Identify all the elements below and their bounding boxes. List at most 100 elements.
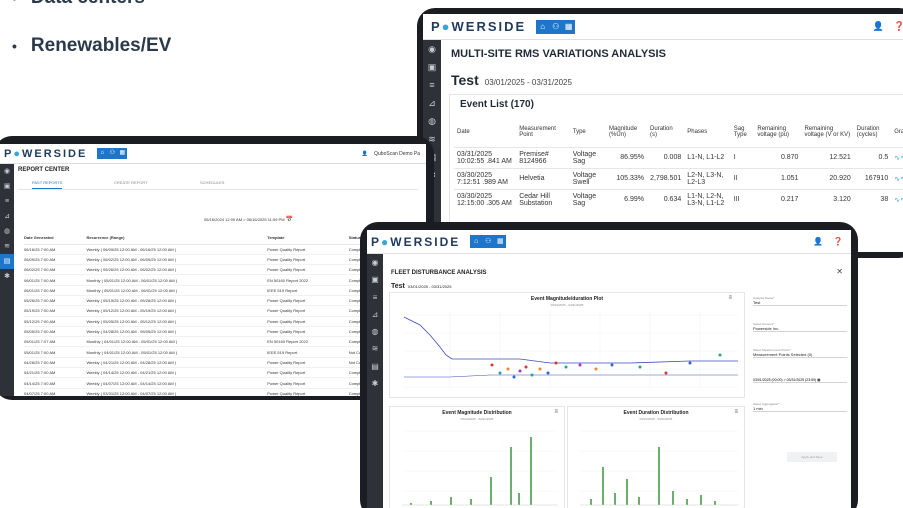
user-icon[interactable]: 👤	[813, 237, 823, 246]
table-cell: 2,798.501	[647, 167, 685, 189]
sidebar-item-dashboard-icon[interactable]: ◉	[0, 164, 14, 179]
sidebar-item-globe-icon[interactable]: ◍	[367, 323, 383, 340]
aggregation-select[interactable]: Select Aggregation* 1 min	[753, 402, 847, 412]
table-cell: Power Quality Report	[267, 377, 349, 389]
sidebar-item-monitor-icon[interactable]: ▣	[367, 271, 383, 288]
tab-create-report[interactable]: CREATE REPORT	[114, 180, 148, 185]
table-cell: EN 50160 Report 2022	[267, 274, 349, 286]
table-cell: 05/19/25 7:00 AM	[24, 305, 87, 317]
table-cell: Power Quality Report	[267, 388, 349, 396]
sidebar-item-list-icon[interactable]: ≡	[0, 194, 14, 209]
table-cell: Monthly ( 04/01/25 12:00 AM - 05/01/25 1…	[86, 346, 268, 358]
table-cell: 167910	[853, 167, 892, 189]
sidebar-item-list-icon[interactable]: ≡	[367, 289, 383, 306]
table-cell: 03/30/2025 12:15:00 .305 AM	[454, 188, 517, 210]
analysis-name-field[interactable]: Analysis Name* Test	[753, 296, 847, 306]
calendar-icon[interactable]: ▦	[817, 378, 820, 382]
sidebar-item-globe-icon[interactable]: ◍	[423, 112, 441, 130]
field-value: 1 min	[753, 406, 763, 411]
tab-past-reports[interactable]: PAST REPORTS	[32, 180, 63, 189]
sidebar-item-list-icon[interactable]: ≡	[423, 76, 441, 94]
sidebar-item-report-icon[interactable]: ▤	[367, 358, 383, 375]
column-header[interactable]: Date Generated	[24, 232, 87, 245]
sites-icon[interactable]: ⚇	[549, 20, 562, 34]
sidebar-item-dashboard-icon[interactable]: ◉	[367, 254, 383, 271]
column-header[interactable]: Duration (cycles)	[854, 117, 891, 147]
sidebar-item-chart-icon[interactable]: ⊿	[423, 94, 441, 112]
table-cell: 1.051	[754, 167, 802, 189]
sidebar-item-settings-icon[interactable]: ✱	[0, 269, 14, 284]
field-value: Powerside Inc.	[753, 326, 780, 331]
analysis-name: Test	[391, 283, 405, 290]
table-cell: Power Quality Report	[267, 367, 349, 379]
sidebar-item-globe-icon[interactable]: ◍	[0, 224, 14, 239]
tab-schedules[interactable]: SCHEDULES	[200, 180, 224, 185]
magnitude-histogram	[402, 430, 558, 506]
sidebar-item-settings-icon[interactable]: ✱	[367, 375, 383, 392]
bullet-text: Data centers	[31, 0, 145, 8]
grid-icon[interactable]: ▦	[117, 148, 127, 159]
calendar-icon[interactable]: 📅	[286, 217, 293, 223]
grid-icon[interactable]: ▦	[562, 20, 575, 34]
measurement-points-select[interactable]: Select Measurement Points* Measurement Po…	[753, 348, 847, 358]
date-range-field[interactable]: 03/01/2025 (00:00) > 03/31/2025 (23:59) …	[753, 378, 847, 383]
user-name: QuboScan Demo Pa	[374, 150, 420, 157]
user-icon[interactable]: 👤	[873, 21, 884, 32]
column-header[interactable]: Measurement Point	[516, 117, 570, 147]
table-row[interactable]: 03/30/2025 7:12:51 .989 AM Helvetia Voltag…	[454, 167, 903, 189]
date-range-filter[interactable]: 05/16/2024 12:00 AM > 06/16/2025 11:59 P…	[204, 216, 293, 223]
table-cell: 05/05/25 7:00 AM	[24, 326, 87, 338]
duration-histogram	[580, 430, 738, 506]
sidebar-item-wave-icon[interactable]: ≋	[0, 239, 14, 254]
help-icon[interactable]: ❓	[833, 237, 843, 246]
home-icon[interactable]: ⌂	[536, 20, 549, 34]
home-icon[interactable]: ⌂	[97, 148, 107, 159]
sidebar-item-dashboard-icon[interactable]: ◉	[423, 40, 441, 58]
column-header[interactable]: Phases	[684, 117, 731, 147]
table-cell: 38	[853, 188, 892, 210]
table-cell: Weekly ( 05/19/25 12:00 AM - 05/26/25 12…	[86, 295, 268, 307]
sidebar-item-wave-icon[interactable]: ≋	[367, 340, 383, 357]
field-value: Test	[753, 300, 761, 305]
field-value: Measurement Points Selected (0)	[753, 352, 813, 357]
home-icon[interactable]: ⌂	[470, 235, 482, 248]
account-select[interactable]: Select Account* Powerside Inc.	[753, 322, 847, 332]
table-cell: Voltage Sag	[569, 188, 607, 210]
multisite-screen: P●WERSIDE ⌂⚇▦ 👤❓ ◉ ▣ ≡ ⊿ ◍ ≋ ▤ ✱ MULTI-S…	[423, 14, 903, 252]
column-header[interactable]: Template	[267, 232, 349, 245]
sidebar-item-chart-icon[interactable]: ⊿	[367, 306, 383, 323]
waveform-graph-icon[interactable]: ∿∿	[891, 146, 903, 168]
sites-icon[interactable]: ⚇	[482, 235, 494, 248]
analysis-settings-panel: Analysis Name* Test Select Account* Powers…	[749, 292, 849, 508]
column-header[interactable]: Remaining voltage (pu)	[754, 117, 801, 147]
column-header[interactable]: Graph	[891, 117, 903, 147]
table-cell: EN 50160 Report 2022	[267, 336, 349, 348]
column-header[interactable]: Type	[570, 117, 606, 147]
help-icon[interactable]: ❓	[894, 21, 903, 32]
table-cell: Weekly ( 04/07/25 12:00 AM - 04/14/25 12…	[86, 377, 268, 389]
waveform-graph-icon[interactable]: ∿∿	[891, 167, 903, 189]
table-cell: 06/02/25 7:00 AM	[24, 264, 87, 276]
sidebar-item-chart-icon[interactable]: ⊿	[0, 209, 14, 224]
table-row[interactable]: 03/31/2025 10:02:55 .841 AM Premise# 8124…	[454, 146, 903, 168]
table-cell: 6.99%	[606, 188, 648, 210]
table-row[interactable]: 03/30/2025 12:15:00 .305 AM Cedar Hill Su…	[454, 188, 903, 210]
sites-icon[interactable]: ⚇	[107, 148, 117, 159]
sidebar-item-report-icon[interactable]: ▤	[0, 254, 14, 269]
column-header[interactable]: Duration (s)	[647, 117, 684, 147]
histogram-bars	[590, 447, 716, 505]
waveform-graph-icon[interactable]: ∿∿	[891, 188, 903, 210]
column-header[interactable]: Magnitude (%Un)	[606, 117, 647, 147]
column-header[interactable]: Date	[454, 117, 516, 147]
column-header[interactable]: Remaining voltage (V or KV)	[801, 117, 853, 147]
apply-and-save-button[interactable]: Apply and Save	[787, 452, 837, 462]
user-menu[interactable]: 👤 QuboScan Demo Pa	[362, 151, 420, 157]
sidebar-item-monitor-icon[interactable]: ▣	[423, 58, 441, 76]
close-icon[interactable]: ✕	[836, 267, 843, 276]
column-header[interactable]: Recurrence (Range)	[86, 232, 268, 245]
column-header[interactable]: Sag Type	[731, 117, 755, 147]
sidebar-item-monitor-icon[interactable]: ▣	[0, 179, 14, 194]
topbar-icon-group: ⌂ ⚇ ▦	[97, 148, 128, 159]
page-title: REPORT CENTER	[18, 167, 70, 173]
grid-icon[interactable]: ▦	[494, 235, 506, 248]
